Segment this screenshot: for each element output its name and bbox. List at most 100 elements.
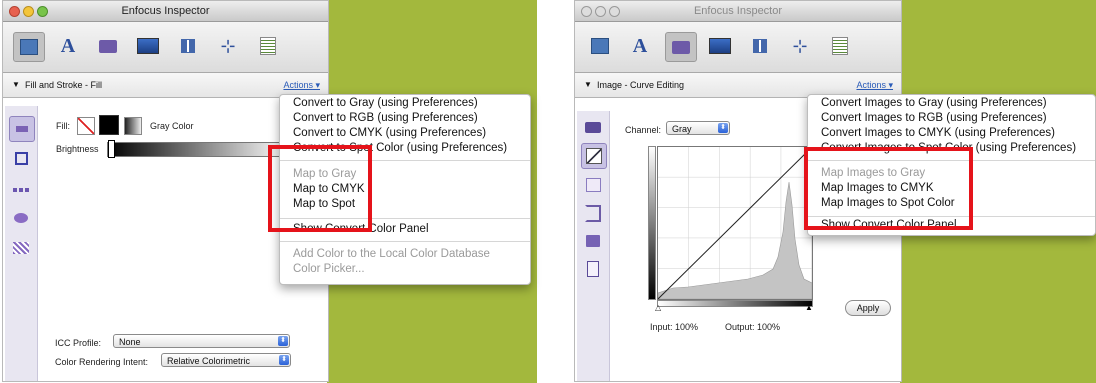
sidebar-item-transform[interactable] (581, 229, 605, 253)
color-name-label: Gray Color (150, 121, 194, 131)
monitor-icon (137, 38, 159, 54)
rendering-intent-select[interactable]: Relative Colorimetric ⬍ (161, 353, 291, 367)
curve-graph-canvas (658, 147, 812, 299)
rendering-intent-label: Color Rendering Intent: (55, 357, 149, 367)
sidebar-item-fill[interactable] (9, 116, 35, 142)
tab-image[interactable] (665, 32, 697, 62)
disclosure-triangle-icon[interactable]: ▼ (584, 73, 592, 97)
gray-gradient-swatch[interactable] (124, 117, 142, 135)
menu-item-convert-cmyk[interactable]: Convert to CMYK (using Preferences) (293, 127, 486, 139)
document-icon (587, 261, 599, 277)
select-arrows-icon: ⬍ (279, 355, 289, 365)
menu-item-convert-gray[interactable]: Convert to Gray (using Preferences) (293, 97, 478, 109)
menu-item-add-color: Add Color to the Local Color Database (293, 248, 490, 260)
sidebar-item-crop[interactable] (581, 201, 605, 225)
zoom-icon[interactable] (609, 6, 620, 17)
minimize-icon[interactable] (23, 6, 34, 17)
inspector-toolbar: A ⊹ (575, 22, 901, 73)
tab-position[interactable]: ⊹ (785, 32, 815, 60)
tab-position[interactable]: ⊹ (213, 32, 243, 60)
camera-icon (99, 39, 117, 53)
tab-display[interactable] (133, 32, 163, 60)
tab-display[interactable] (705, 32, 735, 60)
sidebar-item-overprint[interactable] (9, 206, 33, 230)
sidebar-item-dash[interactable] (9, 178, 33, 202)
menu-separator (280, 241, 530, 242)
select-arrows-icon: ⬍ (278, 336, 288, 346)
tab-grid[interactable] (745, 32, 775, 60)
tab-grid[interactable] (173, 32, 203, 60)
tab-fill-stroke[interactable] (13, 32, 45, 62)
minimize-icon[interactable] (595, 6, 606, 17)
zoom-icon[interactable] (37, 6, 48, 17)
sidebar-item-curve[interactable] (581, 143, 607, 169)
brightness-label: Brightness (56, 144, 99, 154)
icc-profile-select[interactable]: None ⬍ (113, 334, 290, 348)
menu-item-convert-rgb[interactable]: Convert to RGB (using Preferences) (293, 112, 478, 124)
rendering-intent-value: Relative Colorimetric (167, 356, 251, 366)
channel-value: Gray (672, 124, 692, 134)
fill-label: Fill: (56, 121, 70, 131)
highlight-box (268, 145, 372, 232)
menu-item-convert-images-gray[interactable]: Convert Images to Gray (using Preference… (821, 97, 1047, 109)
tab-text[interactable]: A (625, 32, 655, 60)
input-gradient-bar (657, 300, 813, 307)
section-title: Image - Curve Editing (597, 80, 685, 90)
brightness-slider[interactable] (107, 142, 289, 157)
fill-stroke-icon (591, 38, 609, 54)
output-percent-label: Output: 100% (725, 322, 781, 332)
camera-search-icon (585, 121, 601, 133)
black-point-handle-icon[interactable]: △ (655, 303, 661, 312)
channel-select[interactable]: Gray ⬍ (666, 121, 730, 135)
apply-label: Apply (856, 303, 880, 313)
menu-item-convert-images-rgb[interactable]: Convert Images to RGB (using Preferences… (821, 112, 1047, 124)
stroke-icon (14, 151, 28, 165)
list-icon (832, 37, 848, 55)
apply-button[interactable]: Apply (845, 300, 891, 316)
text-a-icon: A (60, 34, 76, 57)
sidebar-item-stroke[interactable] (9, 146, 33, 170)
overprint-icon (14, 213, 28, 223)
title-bar: Enfocus Inspector (3, 1, 328, 22)
disclosure-triangle-icon[interactable]: ▼ (12, 73, 20, 97)
crosshair-icon: ⊹ (792, 35, 808, 56)
tab-list[interactable] (253, 32, 283, 60)
tab-fill-stroke[interactable] (585, 32, 615, 60)
output-gradient-bar (648, 146, 656, 300)
white-point-handle-icon[interactable]: ▲ (805, 303, 813, 312)
menu-item-convert-images-cmyk[interactable]: Convert Images to CMYK (using Preference… (821, 127, 1055, 139)
tab-text[interactable]: A (53, 32, 83, 60)
sidebar-item-pattern[interactable] (9, 236, 33, 260)
sidebar-item-resample[interactable] (581, 173, 605, 197)
actions-label: Actions (283, 80, 313, 90)
sidebar-item-image-info[interactable] (581, 115, 605, 139)
window-controls (581, 6, 620, 17)
sidebar-item-document[interactable] (581, 257, 605, 281)
input-percent-label: Input: 100% (650, 322, 699, 332)
resample-icon (585, 178, 601, 192)
tab-image[interactable] (93, 32, 123, 60)
menu-item-color-picker: Color Picker... (293, 263, 365, 275)
crop-icon (585, 204, 601, 222)
icc-profile-label: ICC Profile: (55, 338, 102, 348)
actions-label: Actions (856, 80, 886, 90)
curve-icon (586, 148, 602, 164)
monitor-icon (709, 38, 731, 54)
inspector-toolbar: A ⊹ (3, 22, 328, 73)
close-icon[interactable] (9, 6, 20, 17)
select-arrows-icon: ⬍ (718, 123, 728, 133)
sidebar (577, 111, 610, 381)
black-swatch[interactable] (99, 115, 119, 135)
window-title: Enfocus Inspector (693, 5, 783, 17)
crosshair-icon: ⊹ (220, 35, 236, 56)
curve-graph[interactable] (657, 146, 813, 300)
title-bar: Enfocus Inspector (575, 1, 901, 22)
no-fill-swatch[interactable] (77, 117, 95, 135)
dash-icon (13, 188, 29, 192)
close-icon[interactable] (581, 6, 592, 17)
pattern-icon (13, 242, 29, 254)
tab-list[interactable] (825, 32, 855, 60)
transform-icon (586, 235, 600, 247)
brightness-slider-handle[interactable] (108, 140, 115, 158)
camera-icon (672, 40, 690, 54)
